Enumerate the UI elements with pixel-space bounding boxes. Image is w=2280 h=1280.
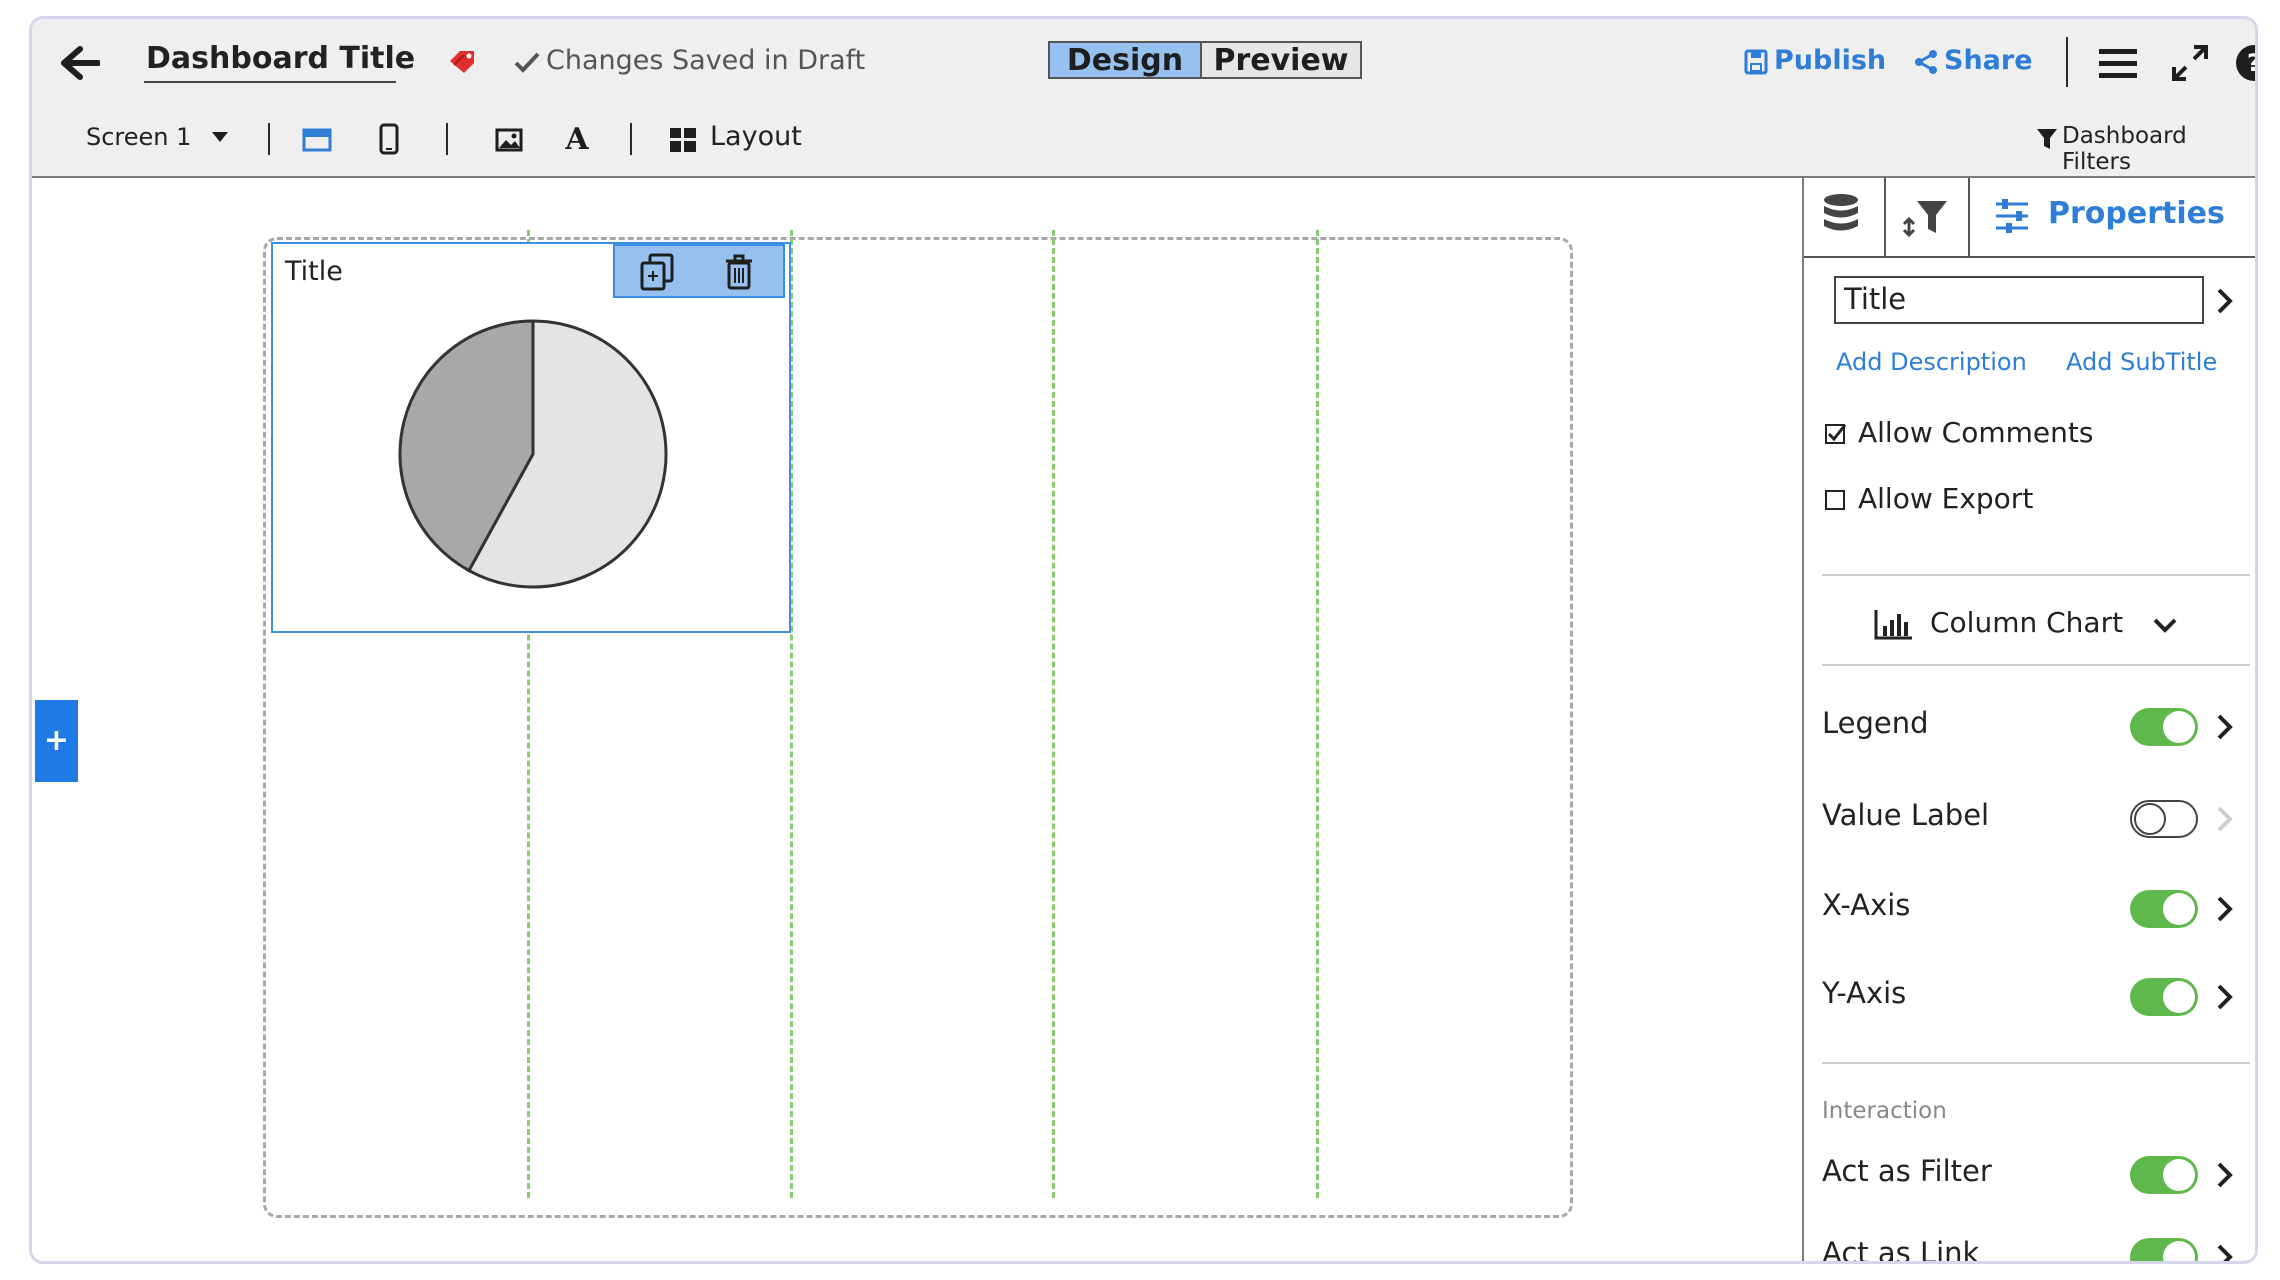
allow-export-label: Allow Export xyxy=(1858,482,2034,515)
interaction-heading: Interaction xyxy=(1822,1098,1947,1124)
svg-text:?: ? xyxy=(2247,49,2258,77)
toolbar-divider xyxy=(268,123,270,155)
panel-divider xyxy=(1822,664,2250,666)
pie-chart xyxy=(398,319,668,589)
fullscreen-icon[interactable] xyxy=(2168,41,2212,85)
chart-widget[interactable]: Title xyxy=(271,242,791,633)
back-arrow-icon[interactable] xyxy=(58,41,102,85)
app-window: Dashboard Title Changes Saved in Draft D… xyxy=(29,16,2258,1264)
desktop-view-icon[interactable] xyxy=(300,125,334,155)
chevron-down-icon[interactable] xyxy=(2150,614,2180,638)
add-widget-button[interactable]: + xyxy=(35,700,78,782)
chevron-right-icon[interactable] xyxy=(2214,286,2236,316)
allow-export-checkbox[interactable] xyxy=(1824,488,1848,512)
legend-label: Legend xyxy=(1822,706,1929,740)
value-label-label: Value Label xyxy=(1822,798,1990,832)
header-divider xyxy=(2066,37,2068,87)
database-icon[interactable] xyxy=(1818,190,1864,242)
toolbar-divider xyxy=(446,123,448,155)
value-label-toggle[interactable] xyxy=(2130,800,2198,838)
column-chart-icon xyxy=(1872,606,1916,642)
widget-title: Title xyxy=(285,256,343,287)
act-as-link-label: Act as Link xyxy=(1822,1236,1980,1264)
tab-design[interactable]: Design xyxy=(1048,41,1202,79)
image-icon[interactable] xyxy=(492,125,526,155)
act-as-link-toggle[interactable] xyxy=(2130,1238,2198,1261)
y-axis-label: Y-Axis xyxy=(1822,976,1907,1010)
title-underline xyxy=(144,81,396,83)
act-as-filter-toggle[interactable] xyxy=(2130,1156,2198,1194)
y-axis-toggle[interactable] xyxy=(2130,978,2198,1016)
dashboard-filters-button[interactable]: Dashboard Filters xyxy=(2062,123,2255,175)
dashboard-canvas[interactable]: Title + xyxy=(32,178,1799,1261)
checkmark-icon xyxy=(512,47,542,77)
allow-comments-checkbox[interactable] xyxy=(1824,422,1848,446)
text-icon[interactable]: A xyxy=(560,121,594,157)
allow-comments-label: Allow Comments xyxy=(1858,416,2094,449)
chevron-right-icon[interactable] xyxy=(2214,982,2236,1012)
chevron-right-icon xyxy=(2217,806,2233,832)
add-subtitle-link[interactable]: Add SubTitle xyxy=(2066,348,2217,376)
properties-panel: Properties Title Add Description Add Sub… xyxy=(1802,178,2255,1264)
widget-toolbar xyxy=(613,244,785,298)
hamburger-menu-icon[interactable] xyxy=(2096,43,2140,83)
panel-divider xyxy=(1822,1062,2250,1064)
publish-save-icon[interactable] xyxy=(1742,47,1770,77)
filter-icon[interactable] xyxy=(2034,125,2060,153)
tag-icon[interactable] xyxy=(446,47,480,77)
x-axis-toggle[interactable] xyxy=(2130,890,2198,928)
legend-toggle[interactable] xyxy=(2130,708,2198,746)
screen-select[interactable]: Screen 1 xyxy=(86,123,191,151)
top-header: Dashboard Title Changes Saved in Draft D… xyxy=(32,19,2255,178)
duplicate-icon[interactable] xyxy=(635,252,681,292)
panel-tabs: Properties xyxy=(1804,178,2255,258)
plus-icon: + xyxy=(43,723,70,758)
caret-down-icon[interactable] xyxy=(208,127,232,147)
chevron-right-icon[interactable] xyxy=(2214,712,2236,742)
layout-grid-icon[interactable] xyxy=(668,125,698,155)
grid-column-guide xyxy=(1316,230,1319,1198)
share-button[interactable]: Share xyxy=(1944,45,2033,76)
trash-icon[interactable] xyxy=(719,252,759,292)
toolbar-divider xyxy=(630,123,632,155)
tab-divider xyxy=(1968,178,1970,256)
title-input[interactable]: Title xyxy=(1834,276,2204,324)
panel-divider xyxy=(1822,574,2250,576)
chevron-right-icon[interactable] xyxy=(2214,1160,2236,1190)
x-axis-label: X-Axis xyxy=(1822,888,1911,922)
chevron-right-icon[interactable] xyxy=(2214,1242,2236,1264)
chevron-right-icon[interactable] xyxy=(2214,894,2236,924)
save-status: Changes Saved in Draft xyxy=(546,45,866,76)
tab-divider xyxy=(1884,178,1886,256)
add-description-link[interactable]: Add Description xyxy=(1836,348,2027,376)
publish-button[interactable]: Publish xyxy=(1774,45,1886,76)
sort-filter-icon[interactable] xyxy=(1900,194,1952,240)
layout-button[interactable]: Layout xyxy=(710,121,802,152)
act-as-filter-label: Act as Filter xyxy=(1822,1154,1992,1188)
chart-type-select[interactable]: Column Chart xyxy=(1930,606,2123,639)
grid-column-guide xyxy=(1052,230,1055,1198)
tab-preview[interactable]: Preview xyxy=(1200,41,1362,79)
dashboard-title[interactable]: Dashboard Title xyxy=(146,41,415,76)
tab-properties[interactable]: Properties xyxy=(2048,196,2225,231)
help-icon[interactable]: ? xyxy=(2232,41,2258,85)
share-icon[interactable] xyxy=(1912,47,1940,77)
sliders-icon[interactable] xyxy=(1992,196,2032,236)
mobile-view-icon[interactable] xyxy=(376,121,402,157)
